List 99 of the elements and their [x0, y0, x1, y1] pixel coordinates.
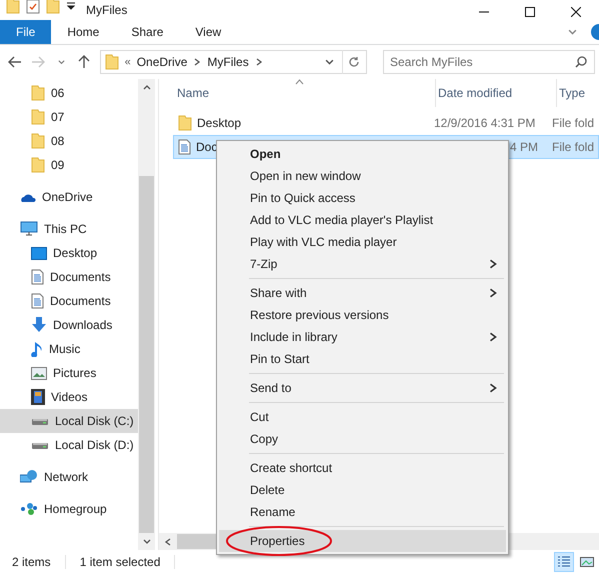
- sidebar-item[interactable]: 07: [0, 105, 138, 129]
- scroll-up-icon: [142, 84, 150, 92]
- refresh-icon: [348, 56, 360, 68]
- sidebar-item[interactable]: Local Disk (C:): [0, 409, 138, 433]
- file-row[interactable]: Desktop 12/9/2016 4:31 PM File fold: [173, 111, 599, 135]
- search-icon: [574, 56, 587, 68]
- menu-item[interactable]: Cut: [219, 406, 506, 428]
- file-name: Doc: [196, 140, 218, 154]
- folder-icon: [31, 133, 45, 149]
- caret-icon: [58, 58, 65, 66]
- maximize-icon: [525, 7, 535, 17]
- film-icon: [31, 389, 45, 405]
- sidebar-item[interactable]: Desktop: [0, 241, 138, 265]
- column-header[interactable]: Type: [559, 86, 586, 100]
- sidebar-item[interactable]: This PC: [0, 217, 138, 241]
- ribbon-tab[interactable]: View: [179, 20, 238, 44]
- sidebar-item[interactable]: 06: [0, 81, 138, 105]
- monitor-icon: [20, 221, 38, 237]
- sidebar-item[interactable]: Videos: [0, 385, 138, 409]
- column-header[interactable]: Date modified: [438, 86, 512, 100]
- menu-item[interactable]: Include in library: [219, 326, 506, 348]
- file-date: 4 PM: [510, 140, 538, 154]
- sidebar-item[interactable]: Network: [0, 465, 138, 489]
- status-text: 2 items: [12, 555, 51, 569]
- menu-item[interactable]: Rename: [219, 501, 506, 523]
- menu-item[interactable]: Restore previous versions: [219, 304, 506, 326]
- scrollbar-thumb[interactable]: [139, 176, 154, 533]
- menu-item[interactable]: Share with: [219, 282, 506, 304]
- file-date: 12/9/2016 4:31 PM: [434, 116, 536, 130]
- menu-item[interactable]: Create shortcut: [219, 457, 506, 479]
- drive-icon: [31, 440, 49, 450]
- folder-icon: [31, 85, 45, 101]
- homegroup-icon: [20, 502, 38, 516]
- menu-item[interactable]: Copy: [219, 428, 506, 450]
- address-bar[interactable]: « OneDrive MyFiles: [100, 50, 367, 74]
- sidebar-item[interactable]: Local Disk (D:): [0, 433, 138, 457]
- sidebar-item[interactable]: 09: [0, 153, 138, 177]
- sidebar-item[interactable]: Documents: [0, 289, 138, 313]
- status-text: 1 item selected: [80, 555, 160, 569]
- sidebar-item[interactable]: Documents: [0, 265, 138, 289]
- menu-item[interactable]: 7-Zip: [219, 253, 506, 275]
- details-view-button[interactable]: [554, 552, 574, 572]
- menu-item[interactable]: Send to: [219, 377, 506, 399]
- expand-ribbon-icon: [568, 28, 577, 36]
- scroll-down-icon: [142, 538, 150, 546]
- picture-frame-icon: [580, 556, 594, 568]
- menu-item[interactable]: Open in new window: [219, 165, 506, 187]
- caret-icon: [325, 58, 334, 66]
- menu-item[interactable]: Pin to Quick access: [219, 187, 506, 209]
- sidebar-item[interactable]: OneDrive: [0, 185, 138, 209]
- chevron-icon: [193, 58, 202, 66]
- menu-item[interactable]: Delete: [219, 479, 506, 501]
- chevron-icon: [254, 58, 263, 66]
- breadcrumb[interactable]: OneDrive: [136, 55, 188, 69]
- sidebar-item[interactable]: Pictures: [0, 361, 138, 385]
- dropdown-arrow-icon[interactable]: [66, 0, 76, 12]
- drive-icon: [31, 416, 49, 426]
- menu-item[interactable]: Pin to Start: [219, 348, 506, 370]
- column-header[interactable]: Name: [177, 86, 210, 100]
- up-arrow-icon: [78, 55, 90, 69]
- back-arrow-icon: [8, 56, 22, 68]
- sidebar-item[interactable]: Downloads: [0, 313, 138, 337]
- scroll-left-icon: [164, 538, 172, 546]
- document-icon: [31, 269, 44, 285]
- file-name: Desktop: [197, 116, 242, 130]
- file-type: File fold: [552, 116, 594, 130]
- properties-icon[interactable]: [26, 0, 40, 14]
- document-icon: [178, 139, 191, 155]
- desktop-icon: [31, 246, 47, 260]
- download-arrow-icon: [31, 317, 47, 333]
- document-icon: [31, 293, 44, 309]
- breadcrumb[interactable]: MyFiles: [207, 55, 249, 69]
- folder-icon: [178, 115, 192, 131]
- menu-item[interactable]: Open: [219, 143, 506, 165]
- window-title: MyFiles: [86, 3, 128, 17]
- new-folder-icon: [46, 0, 60, 14]
- forward-arrow-icon: [31, 56, 46, 68]
- ribbon-tab[interactable]: File: [0, 20, 52, 44]
- folder-icon: [31, 109, 45, 125]
- menu-item[interactable]: Add to VLC media player's Playlist: [219, 209, 506, 231]
- folder-icon: [104, 54, 119, 70]
- folder-icon: [31, 157, 45, 173]
- menu-item[interactable]: Play with VLC media player: [219, 231, 506, 253]
- details-list-icon: [557, 556, 571, 568]
- close-icon: [571, 7, 581, 17]
- music-note-icon: [31, 341, 43, 357]
- search-field[interactable]: Search MyFiles: [382, 50, 595, 74]
- ribbon-tab[interactable]: Home: [51, 20, 116, 44]
- menu-item[interactable]: Properties: [219, 530, 506, 552]
- file-type: File fold: [552, 140, 594, 154]
- pictures-icon: [31, 366, 47, 380]
- cloud-icon: [20, 192, 36, 202]
- sidebar-item[interactable]: Homegroup: [0, 497, 138, 521]
- sidebar-item[interactable]: 08: [0, 129, 138, 153]
- network-globe-icon: [20, 469, 38, 485]
- ribbon-tab[interactable]: Share: [115, 20, 180, 44]
- folder-icon: [6, 0, 20, 14]
- sidebar-item[interactable]: Music: [0, 337, 138, 361]
- scrollbar[interactable]: [138, 79, 155, 550]
